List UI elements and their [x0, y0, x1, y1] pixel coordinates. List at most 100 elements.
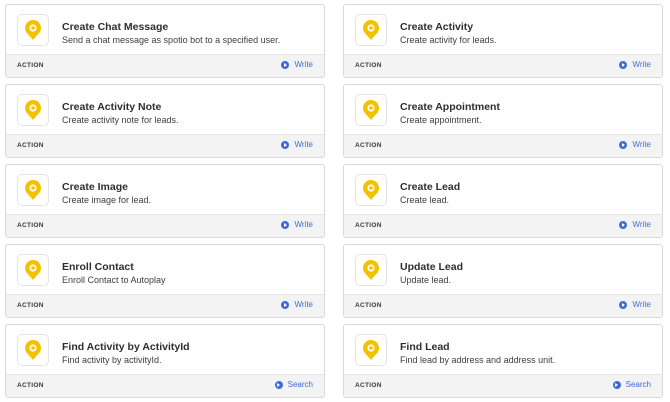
- card-description: Create lead.: [400, 195, 450, 205]
- write-link[interactable]: Write: [619, 220, 651, 229]
- card-description: Create activity note for leads.: [62, 115, 179, 125]
- card-title: Enroll Contact: [62, 261, 134, 273]
- card-title: Create Chat Message: [62, 21, 169, 33]
- action-card[interactable]: Update Lead Update lead. ACTION Write: [343, 244, 663, 318]
- arrow-circle-icon: [281, 300, 290, 309]
- arrow-circle-icon: [619, 300, 628, 309]
- card-type-label: ACTION: [17, 62, 44, 69]
- card-type-label: ACTION: [355, 382, 382, 389]
- link-label: Write: [632, 220, 651, 229]
- card-description: Create activity for leads.: [400, 35, 497, 45]
- write-link[interactable]: Write: [281, 140, 313, 149]
- card-type-label: ACTION: [355, 302, 382, 309]
- link-label: Write: [294, 220, 313, 229]
- action-card[interactable]: Enroll Contact Enroll Contact to Autopla…: [5, 244, 325, 318]
- app-logo: [17, 334, 49, 366]
- card-footer: ACTION Write: [6, 54, 324, 77]
- spotio-pin-icon: [25, 100, 41, 120]
- card-type-label: ACTION: [355, 62, 382, 69]
- card-title: Create Activity: [400, 21, 474, 33]
- app-logo: [17, 174, 49, 206]
- write-link[interactable]: Write: [281, 300, 313, 309]
- action-card[interactable]: Create Lead Create lead. ACTION Write: [343, 164, 663, 238]
- link-label: Write: [632, 300, 651, 309]
- action-card-grid: Create Chat Message Send a chat message …: [0, 0, 670, 402]
- arrow-circle-icon: [281, 140, 290, 149]
- arrow-circle-icon: [619, 140, 628, 149]
- card-footer: ACTION Write: [344, 134, 662, 157]
- card-header: Find Activity by ActivityId Find activit…: [6, 325, 324, 376]
- card-type-label: ACTION: [17, 382, 44, 389]
- card-footer: ACTION Write: [344, 54, 662, 77]
- card-type-label: ACTION: [17, 222, 44, 229]
- card-header: Create Lead Create lead.: [344, 165, 662, 216]
- card-type-label: ACTION: [355, 222, 382, 229]
- card-description: Enroll Contact to Autoplay: [62, 275, 166, 285]
- write-link[interactable]: Write: [619, 60, 651, 69]
- card-description: Create image for lead.: [62, 195, 152, 205]
- app-logo: [355, 174, 387, 206]
- card-footer: ACTION Search: [6, 374, 324, 397]
- card-type-label: ACTION: [355, 142, 382, 149]
- card-footer: ACTION Write: [344, 294, 662, 317]
- spotio-pin-icon: [363, 340, 379, 360]
- action-card[interactable]: Create Appointment Create appointment. A…: [343, 84, 663, 158]
- card-header: Enroll Contact Enroll Contact to Autopla…: [6, 245, 324, 296]
- action-card[interactable]: Create Activity Create activity for lead…: [343, 4, 663, 78]
- card-title: Update Lead: [400, 261, 464, 273]
- card-description: Send a chat message as spotio bot to a s…: [62, 35, 281, 45]
- app-logo: [355, 14, 387, 46]
- spotio-pin-icon: [25, 20, 41, 40]
- link-label: Write: [632, 140, 651, 149]
- spotio-pin-icon: [363, 100, 379, 120]
- link-label: Write: [294, 140, 313, 149]
- app-logo: [17, 254, 49, 286]
- search-link[interactable]: Search: [274, 380, 313, 389]
- app-logo: [17, 94, 49, 126]
- card-description: Update lead.: [400, 275, 452, 285]
- arrow-circle-icon: [619, 60, 628, 69]
- app-logo: [355, 94, 387, 126]
- action-card[interactable]: Find Activity by ActivityId Find activit…: [5, 324, 325, 398]
- card-description: Find lead by address and address unit.: [400, 355, 556, 365]
- spotio-pin-icon: [363, 180, 379, 200]
- card-header: Create Chat Message Send a chat message …: [6, 5, 324, 56]
- card-footer: ACTION Search: [344, 374, 662, 397]
- card-footer: ACTION Write: [6, 134, 324, 157]
- card-header: Find Lead Find lead by address and addre…: [344, 325, 662, 376]
- search-link[interactable]: Search: [612, 380, 651, 389]
- card-footer: ACTION Write: [6, 294, 324, 317]
- card-description: Create appointment.: [400, 115, 482, 125]
- action-card[interactable]: Create Image Create image for lead. ACTI…: [5, 164, 325, 238]
- arrow-circle-icon: [281, 220, 290, 229]
- write-link[interactable]: Write: [619, 300, 651, 309]
- spotio-pin-icon: [25, 340, 41, 360]
- spotio-pin-icon: [25, 180, 41, 200]
- card-title: Find Lead: [400, 341, 450, 353]
- card-header: Create Appointment Create appointment.: [344, 85, 662, 136]
- app-logo: [17, 14, 49, 46]
- card-description: Find activity by activityId.: [62, 355, 162, 365]
- action-card[interactable]: Create Activity Note Create activity not…: [5, 84, 325, 158]
- action-card[interactable]: Find Lead Find lead by address and addre…: [343, 324, 663, 398]
- card-title: Create Appointment: [400, 101, 500, 113]
- app-logo: [355, 254, 387, 286]
- card-title: Create Activity Note: [62, 101, 162, 113]
- card-title: Find Activity by ActivityId: [62, 341, 190, 353]
- spotio-pin-icon: [25, 260, 41, 280]
- link-label: Write: [294, 60, 313, 69]
- card-header: Create Image Create image for lead.: [6, 165, 324, 216]
- card-header: Create Activity Note Create activity not…: [6, 85, 324, 136]
- card-footer: ACTION Write: [6, 214, 324, 237]
- app-logo: [355, 334, 387, 366]
- card-type-label: ACTION: [17, 142, 44, 149]
- write-link[interactable]: Write: [619, 140, 651, 149]
- spotio-pin-icon: [363, 260, 379, 280]
- arrow-circle-icon: [619, 220, 628, 229]
- card-title: Create Lead: [400, 181, 461, 193]
- write-link[interactable]: Write: [281, 220, 313, 229]
- spotio-pin-icon: [363, 20, 379, 40]
- action-card[interactable]: Create Chat Message Send a chat message …: [5, 4, 325, 78]
- write-link[interactable]: Write: [281, 60, 313, 69]
- card-footer: ACTION Write: [344, 214, 662, 237]
